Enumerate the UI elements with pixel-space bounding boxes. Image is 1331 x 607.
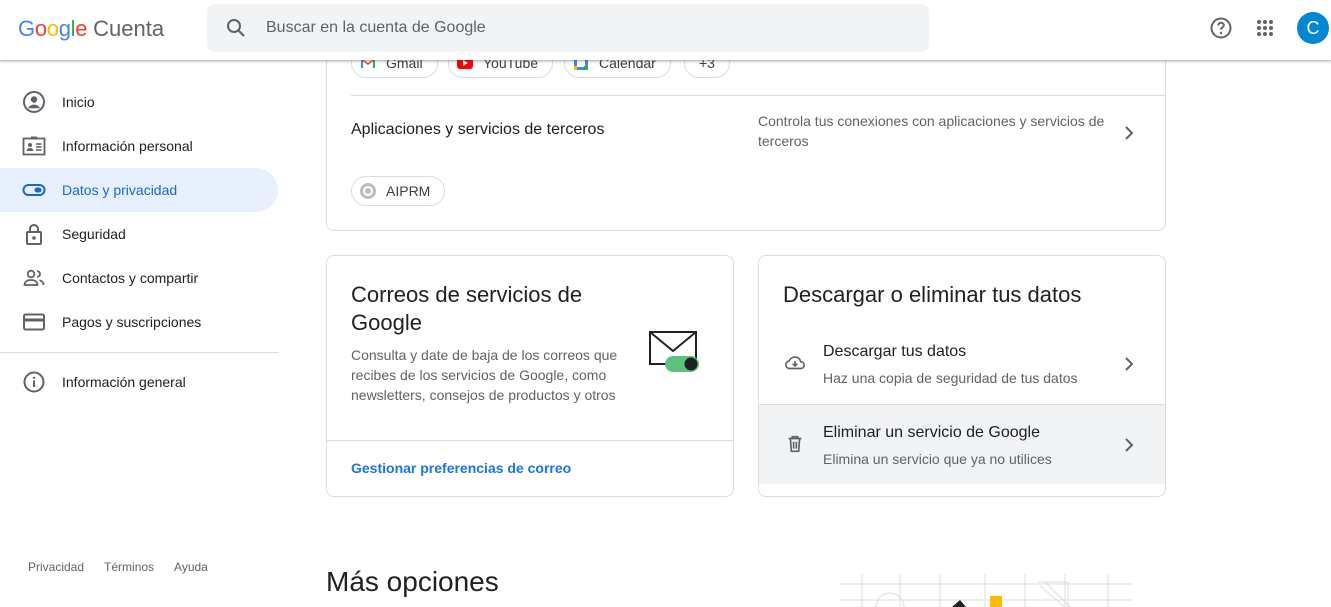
envelope-toggle-illustration-icon xyxy=(649,331,699,372)
google-account-logo[interactable]: Google Cuenta xyxy=(18,16,164,42)
trash-icon xyxy=(788,435,802,453)
cloud-download-icon xyxy=(785,356,805,370)
card-description: Consulta y date de baja de los correos q… xyxy=(351,347,618,403)
chevron-right-icon xyxy=(1125,357,1134,371)
help-link[interactable]: Ayuda xyxy=(174,560,208,574)
sidebar-divider xyxy=(0,352,279,353)
search-icon[interactable] xyxy=(224,16,248,40)
chevron-right-icon[interactable] xyxy=(1117,121,1141,145)
sidebar-item-inicio[interactable]: Inicio xyxy=(0,80,278,124)
service-emails-card: Correos de servicios de Google Consulta … xyxy=(326,255,734,497)
third-party-title[interactable]: Aplicaciones y servicios de terceros xyxy=(351,121,604,139)
people-icon xyxy=(23,269,45,286)
search-input[interactable] xyxy=(266,19,866,37)
item-subtitle: Haz una copia de seguridad de tus datos xyxy=(823,370,1078,386)
google-wordmark-letter: o xyxy=(34,16,47,41)
sidebar-item-datos-privacidad[interactable]: Datos y privacidad xyxy=(0,168,278,212)
account-circle-icon xyxy=(23,91,45,113)
item-title: Descargar tus datos xyxy=(823,343,967,360)
google-wordmark-letter: o xyxy=(46,16,59,41)
item-subtitle: Elimina un servicio que ya no utilices xyxy=(823,451,1052,467)
credit-card-icon xyxy=(23,313,45,331)
sidebar-item-pagos[interactable]: Pagos y suscripciones xyxy=(0,300,278,344)
id-card-icon xyxy=(22,136,46,156)
third-party-description: Controla tus conexiones con aplicaciones… xyxy=(758,113,1105,149)
top-bar: Google Cuenta C xyxy=(0,0,1331,60)
google-wordmark: Google xyxy=(18,16,87,42)
sidebar-item-label: Seguridad xyxy=(62,226,126,242)
avatar[interactable]: C xyxy=(1297,12,1329,44)
privacy-link[interactable]: Privacidad xyxy=(28,560,84,574)
sidebar-item-label: Pagos y suscripciones xyxy=(62,314,202,330)
info-icon xyxy=(23,371,45,393)
download-data-item[interactable]: Descargar tus datos Haz una copia de seg… xyxy=(759,324,1165,404)
sidebar-item-label: Información personal xyxy=(62,138,193,154)
sidebar-item-label: Contactos y compartir xyxy=(62,270,199,286)
toggle-icon xyxy=(22,184,46,196)
search-bar[interactable] xyxy=(207,4,929,52)
sidebar-item-contactos[interactable]: Contactos y compartir xyxy=(0,256,278,300)
sidebar-item-seguridad[interactable]: Seguridad xyxy=(0,212,278,256)
google-wordmark-letter: g xyxy=(58,16,71,41)
more-options-illustration-icon xyxy=(840,574,1132,607)
sidebar-item-label: Datos y privacidad xyxy=(62,182,178,198)
chevron-right-icon xyxy=(1125,438,1134,452)
terms-link[interactable]: Términos xyxy=(104,560,154,574)
google-wordmark-letter: G xyxy=(18,16,35,41)
footer-links: Privacidad Términos Ayuda xyxy=(28,560,208,574)
sidebar-item-informacion-general[interactable]: Información general xyxy=(0,360,278,404)
divider xyxy=(351,95,1165,96)
sidebar-item-label: Inicio xyxy=(62,94,95,110)
divider xyxy=(327,440,733,441)
card-title: Correos de servicios de Google xyxy=(351,282,583,335)
google-wordmark-letter: e xyxy=(75,16,88,41)
product-name: Cuenta xyxy=(93,16,165,41)
more-options-title: Más opciones xyxy=(326,566,499,597)
aiprm-icon xyxy=(360,183,376,199)
sidebar: Inicio Información personal Datos y priv… xyxy=(0,60,280,607)
help-icon[interactable] xyxy=(1209,16,1233,40)
sidebar-item-label: Información general xyxy=(62,374,186,390)
sidebar-item-informacion-personal[interactable]: Información personal xyxy=(0,124,278,168)
app-chip-aiprm[interactable]: AIPRM xyxy=(351,176,446,206)
item-title: Eliminar un servicio de Google xyxy=(823,424,1040,441)
download-delete-card: Descargar o eliminar tus datos Descargar… xyxy=(758,255,1166,497)
chip-label: AIPRM xyxy=(386,183,431,199)
card-title: Descargar o eliminar tus datos xyxy=(783,282,1082,307)
lock-icon xyxy=(26,223,42,245)
delete-service-item[interactable]: Eliminar un servicio de Google Elimina u… xyxy=(759,404,1165,484)
apps-grid-icon[interactable] xyxy=(1253,16,1277,40)
manage-email-preferences-link[interactable]: Gestionar preferencias de correo xyxy=(351,460,571,476)
